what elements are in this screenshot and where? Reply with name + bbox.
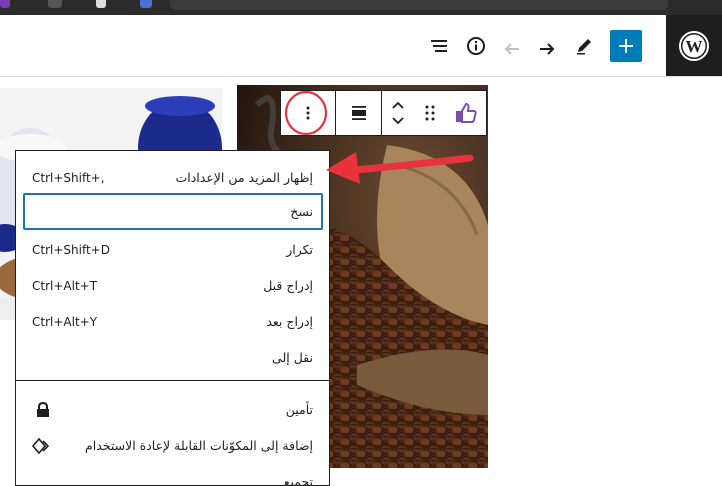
menu-item-duplicate[interactable]: تكرار Ctrl+Shift+D	[16, 236, 329, 266]
menu-item-add-to-reusable[interactable]: إضافة إلى المكوّنات القابلة لإعادة الاست…	[16, 432, 329, 462]
block-mover	[381, 91, 486, 135]
thumbs-up-icon[interactable]	[454, 101, 478, 125]
menu-item-insert-before[interactable]: إدراج قبل Ctrl+Alt+T	[16, 272, 329, 302]
menu-item-shortcut: Ctrl+Alt+Y	[32, 315, 98, 329]
menu-item-lock[interactable]: تأمين	[16, 396, 329, 426]
align-button[interactable]	[335, 91, 381, 135]
menu-item-label: إدراج قبل	[263, 278, 313, 293]
menu-item-shortcut: Ctrl+Alt+T	[32, 279, 98, 293]
undo-button[interactable]	[499, 33, 525, 59]
menu-item-label: إضافة إلى المكوّنات القابلة لإعادة الاست…	[85, 438, 313, 453]
lock-icon	[37, 402, 49, 417]
move-arrows-icon[interactable]	[390, 98, 406, 128]
wordpress-logo-icon[interactable]: W	[666, 15, 722, 76]
menu-item-label: تأمين	[285, 402, 313, 417]
redo-icon	[540, 43, 555, 55]
redo-button[interactable]	[534, 33, 560, 59]
align-icon	[351, 106, 366, 120]
browser-tab[interactable]	[96, 0, 106, 8]
drag-handle-icon[interactable]	[423, 103, 437, 123]
menu-item-label: تكرار	[286, 242, 313, 257]
undo-icon	[504, 43, 519, 55]
menu-item-label: إظهار المزيد من الإعدادات	[175, 170, 313, 185]
browser-tab[interactable]	[140, 0, 152, 8]
menu-item-label: نسخ	[290, 204, 313, 219]
address-bar[interactable]	[170, 0, 668, 10]
menu-item-label: إدراج بعد	[266, 314, 313, 329]
block-toolbar	[280, 90, 487, 136]
add-block-button[interactable]	[610, 30, 642, 62]
plus-icon	[619, 39, 633, 53]
list-view-icon	[431, 40, 447, 52]
more-vertical-icon	[306, 106, 310, 120]
menu-item-label: تجميع	[283, 474, 313, 486]
svg-text:W: W	[686, 37, 703, 56]
menu-item-shortcut: Ctrl+Shift+D	[32, 243, 110, 257]
info-icon	[467, 37, 485, 55]
menu-item-group[interactable]: تجميع	[16, 468, 329, 486]
menu-item-move-to[interactable]: نقل إلى	[16, 344, 329, 374]
browser-top-strip	[0, 0, 722, 15]
browser-tab[interactable]	[0, 0, 10, 8]
pencil-icon	[577, 39, 591, 55]
menu-item-copy[interactable]: نسخ	[23, 193, 323, 230]
menu-item-label: نقل إلى	[272, 350, 313, 365]
list-view-button[interactable]	[426, 33, 452, 59]
options-button[interactable]	[281, 91, 335, 135]
menu-item-insert-after[interactable]: إدراج بعد Ctrl+Alt+Y	[16, 308, 329, 338]
menu-separator	[16, 380, 329, 381]
menu-item-shortcut: Ctrl+Shift+,	[32, 171, 105, 185]
tools-button[interactable]	[571, 33, 597, 59]
reusable-block-icon	[32, 437, 50, 455]
details-button[interactable]	[463, 33, 489, 59]
menu-item-show-more-settings[interactable]: إظهار المزيد من الإعدادات Ctrl+Shift+,	[16, 164, 329, 194]
block-options-menu: إظهار المزيد من الإعدادات Ctrl+Shift+, ن…	[15, 150, 330, 486]
browser-tab[interactable]	[48, 0, 62, 8]
